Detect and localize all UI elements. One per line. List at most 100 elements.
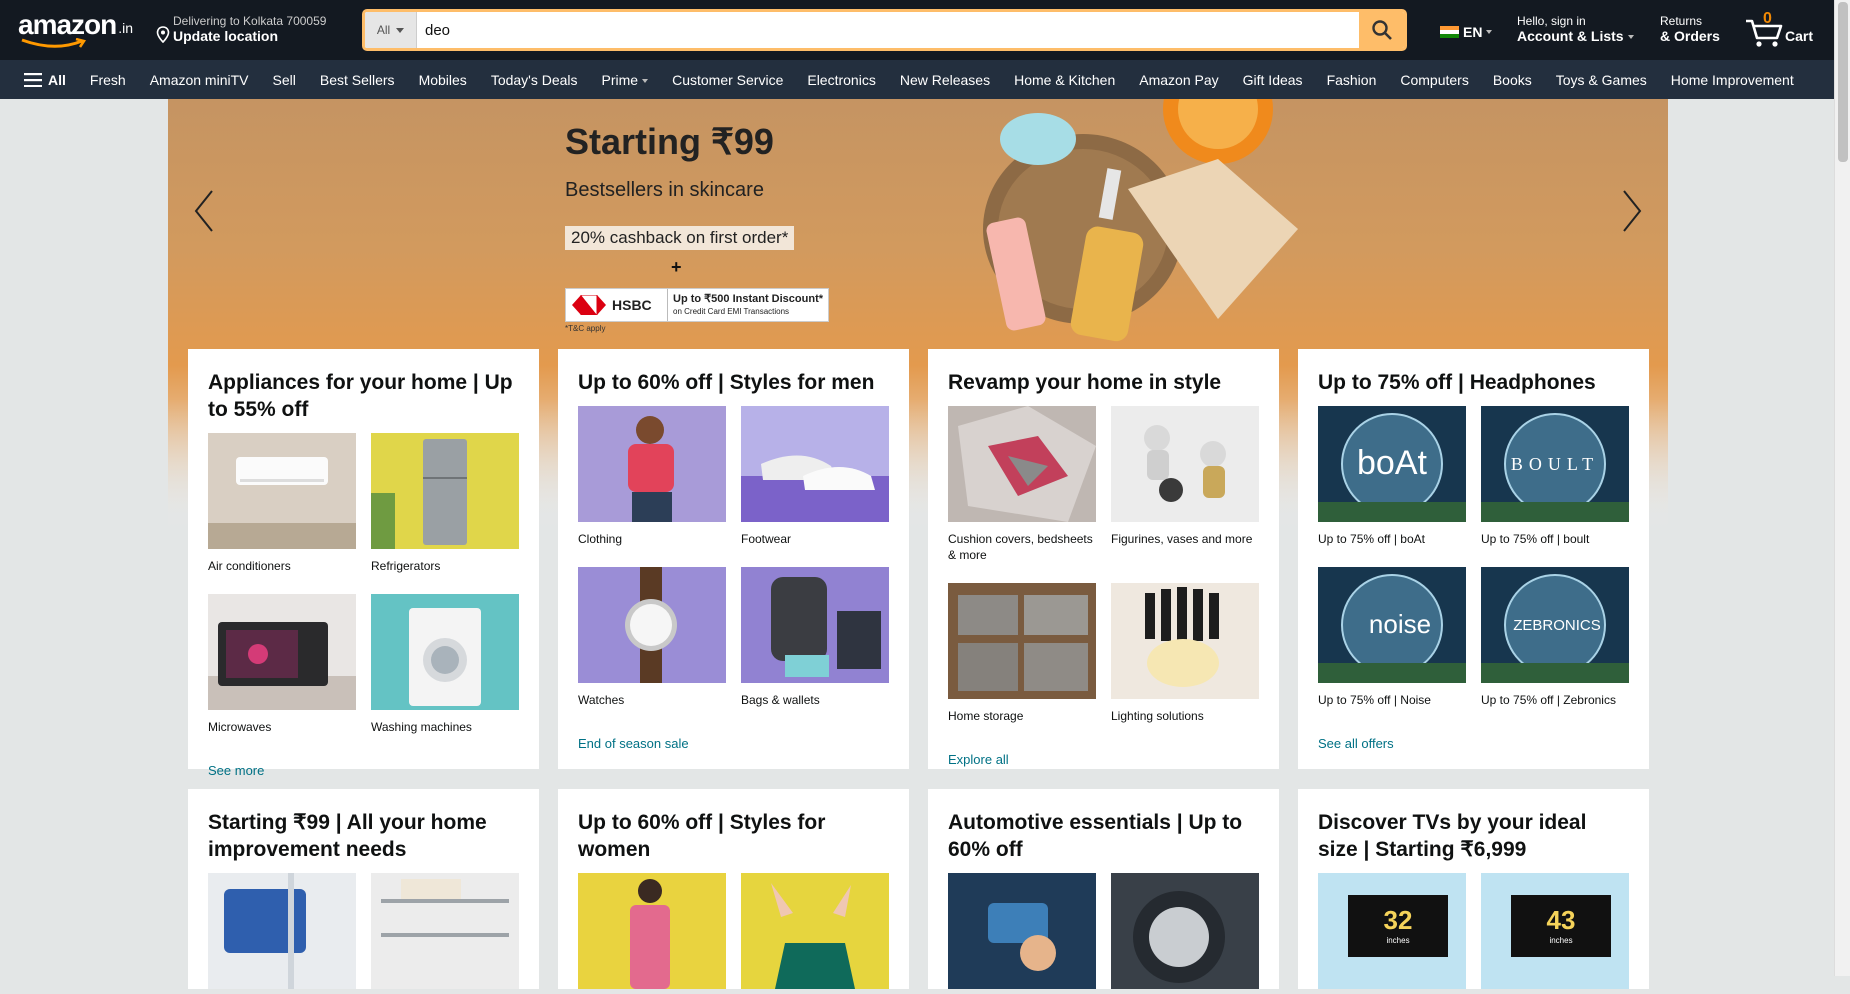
caret-icon (642, 78, 649, 83)
svg-text:noise: noise (1369, 609, 1431, 639)
card-appliances: Appliances for your home | Up to 55% off… (188, 349, 539, 778)
card-title: Revamp your home in style (948, 371, 1222, 394)
nav-link-todays-deals[interactable]: Today's Deals (479, 72, 590, 88)
tile-figurines[interactable]: Figurines, vases and more (1111, 406, 1259, 563)
bag-image (741, 567, 889, 683)
tile-lighting[interactable]: Lighting solutions (1111, 583, 1259, 724)
svg-text:43: 43 (1547, 905, 1576, 935)
page-scrollbar[interactable] (1834, 0, 1850, 976)
nav-link-toys-games[interactable]: Toys & Games (1544, 72, 1659, 88)
explore-all-link[interactable]: Explore all (948, 752, 1259, 767)
svg-text:inches: inches (1549, 936, 1572, 945)
card-title: Up to 60% off | Styles for men (578, 371, 875, 394)
tile-home-storage[interactable]: Home storage (948, 583, 1096, 724)
tile-boat[interactable]: boAt Up to 75% off | boAt (1318, 406, 1466, 547)
tile-footwear[interactable]: Footwear (741, 406, 889, 547)
card-styles-for-women: Up to 60% off | Styles for women (558, 789, 909, 989)
nav-link-books[interactable]: Books (1481, 72, 1544, 88)
nav-link-best-sellers[interactable]: Best Sellers (308, 72, 407, 88)
nav-link-fashion[interactable]: Fashion (1315, 72, 1389, 88)
nav-link-gift-ideas[interactable]: Gift Ideas (1231, 72, 1315, 88)
returns-orders[interactable]: Returns & Orders (1660, 14, 1720, 45)
card-styles-for-men: Up to 60% off | Styles for men Clothing … (558, 349, 909, 769)
refrigerator-image (371, 433, 519, 549)
end-of-season-sale-link[interactable]: End of season sale (578, 736, 889, 751)
tile-noise[interactable]: noise Up to 75% off | Noise (1318, 567, 1466, 708)
nav-link-sell[interactable]: Sell (261, 72, 308, 88)
see-more-link[interactable]: See more (208, 763, 519, 778)
card-title: Discover TVs by your ideal size | Starti… (1318, 811, 1587, 861)
nav-link-computers[interactable]: Computers (1388, 72, 1480, 88)
hero-headline: Starting ₹99 (565, 121, 774, 162)
carousel-next-arrow-icon[interactable] (1620, 189, 1644, 233)
nav-link-new-releases[interactable]: New Releases (888, 72, 1002, 88)
rug-image (948, 406, 1096, 522)
nav-link-prime[interactable]: Prime (590, 72, 661, 88)
figurines-image (1111, 406, 1259, 522)
card-title: Automotive essentials | Up to 60% off (948, 811, 1243, 861)
nav-link-customer-service[interactable]: Customer Service (660, 72, 795, 88)
lighting-image (1111, 583, 1259, 699)
caret-icon (1627, 35, 1634, 40)
account-menu[interactable]: Hello, sign in Account & Lists (1517, 14, 1634, 45)
svg-text:ZEBRONICS: ZEBRONICS (1513, 617, 1601, 634)
search-category-dropdown[interactable]: All (365, 12, 417, 48)
storage-image (948, 583, 1096, 699)
tile-refrigerators[interactable]: Refrigerators (371, 433, 519, 574)
card-title: Up to 60% off | Styles for women (578, 811, 826, 861)
card-title: Up to 75% off | Headphones (1318, 371, 1596, 394)
tile-watches[interactable]: Watches (578, 567, 726, 708)
tile-cushion-covers[interactable]: Cushion covers, bedsheets & more (948, 406, 1096, 563)
delivery-location[interactable]: Delivering to Kolkata 700059 Update loca… (156, 14, 326, 45)
amazon-logo[interactable]: amazon .in (18, 10, 133, 50)
hsbc-logo-icon (572, 295, 606, 315)
smile-logo-icon (21, 38, 87, 48)
svg-text:inches: inches (1386, 936, 1409, 945)
language-selector[interactable]: EN (1440, 24, 1493, 40)
mop-bucket-image (208, 873, 356, 989)
svg-text:32: 32 (1384, 905, 1413, 935)
hero-cashback: 20% cashback on first order* (565, 226, 795, 250)
hsbc-offer-badge: HSBC Up to ₹500 Instant Discount* on Cred… (565, 288, 829, 322)
carousel-prev-arrow-icon[interactable] (192, 189, 216, 233)
tile-boult[interactable]: BOULT Up to 75% off | boult (1481, 406, 1629, 547)
microwave-image (208, 594, 356, 710)
noise-brand-image: noise (1318, 567, 1466, 683)
tv-32-image: 32inches (1318, 873, 1466, 989)
tile-zebronics[interactable]: ZEBRONICS Up to 75% off | Zebronics (1481, 567, 1629, 708)
nav-link-electronics[interactable]: Electronics (795, 72, 887, 88)
boat-brand-image: boAt (1318, 406, 1466, 522)
search-input[interactable] (417, 12, 1359, 48)
cart-button[interactable]: 0 Cart (1744, 10, 1814, 50)
towel-rack-image (371, 873, 519, 989)
nav-link-minitv[interactable]: Amazon miniTV (138, 72, 261, 88)
top-navbar: amazon .in Delivering to Kolkata 700059 … (0, 0, 1834, 60)
svg-text:BOULT: BOULT (1511, 454, 1599, 474)
search-button[interactable] (1359, 12, 1404, 48)
tile-bags-wallets[interactable]: Bags & wallets (741, 567, 889, 708)
nav-link-home-kitchen[interactable]: Home & Kitchen (1002, 72, 1127, 88)
card-headphones: Up to 75% off | Headphones boAt Up to 75… (1298, 349, 1649, 769)
nav-link-home-improvement[interactable]: Home Improvement (1659, 72, 1806, 88)
tile-washing-machines[interactable]: Washing machines (371, 594, 519, 735)
search-icon (1371, 20, 1392, 40)
nav-link-amazon-pay[interactable]: Amazon Pay (1127, 72, 1230, 88)
tile-clothing[interactable]: Clothing (578, 406, 726, 547)
dropdown-caret-icon (396, 27, 405, 33)
all-menu-button[interactable]: All (14, 72, 78, 88)
cart-icon (1746, 19, 1783, 47)
tile-air-conditioners[interactable]: Air conditioners (208, 433, 356, 574)
washing-machine-image (371, 594, 519, 710)
tile-microwaves[interactable]: Microwaves (208, 594, 356, 735)
scrollbar-thumb[interactable] (1838, 2, 1848, 162)
update-location-text: Update location (173, 28, 279, 44)
hero-subhead: Bestsellers in skincare (565, 179, 764, 201)
car-cleaning-image (948, 873, 1096, 989)
card-automotive: Automotive essentials | Up to 60% off (928, 789, 1279, 989)
card-title: Starting ₹99 | All your home improvement… (208, 811, 487, 861)
nav-link-fresh[interactable]: Fresh (78, 72, 138, 88)
caret-icon (1486, 30, 1493, 34)
hero-tc: *T&C apply (565, 324, 606, 333)
nav-link-mobiles[interactable]: Mobiles (407, 72, 479, 88)
see-all-offers-link[interactable]: See all offers (1318, 736, 1629, 751)
